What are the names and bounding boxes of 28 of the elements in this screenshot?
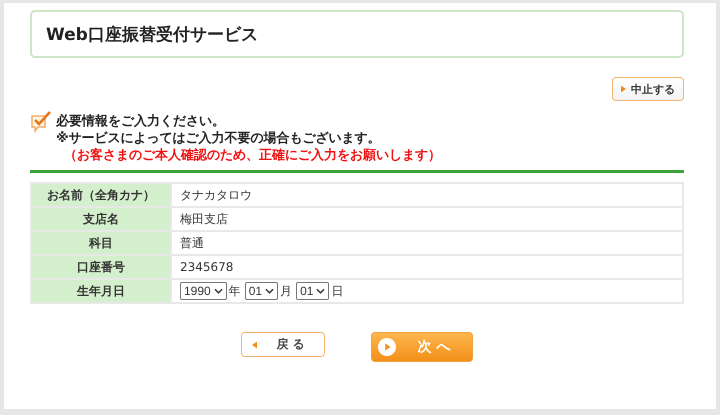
- field-value: 2345678: [180, 260, 234, 274]
- checkmark-icon: [30, 111, 52, 133]
- field-label: 生年月日: [31, 279, 171, 303]
- date-unit: 月: [280, 282, 292, 300]
- caret-icon: [252, 340, 257, 348]
- field-value: 梅田支店: [180, 212, 228, 226]
- field-label: 口座番号: [31, 255, 171, 279]
- back-button[interactable]: 戻 る: [241, 332, 325, 357]
- play-icon: [378, 338, 396, 356]
- field-value: タナカタロウ: [180, 188, 252, 202]
- chevron-down-icon: [316, 288, 326, 294]
- field-value: 普通: [180, 236, 204, 250]
- cancel-button[interactable]: 中止する: [612, 77, 684, 101]
- chevron-down-icon: [265, 288, 274, 294]
- page-title: Web口座振替受付サービス: [46, 24, 258, 46]
- date-select[interactable]: 01: [244, 282, 278, 300]
- date-select[interactable]: 1990: [180, 282, 227, 300]
- date-unit: 年: [228, 282, 241, 300]
- field-label: お名前（全角カナ）: [31, 183, 171, 207]
- notice-text: ※サービスによってはご入力不要の場合もございます。: [56, 130, 382, 147]
- field-label: 支店名: [31, 207, 171, 231]
- field-label: 科目: [31, 231, 171, 255]
- date-select[interactable]: 01: [296, 282, 330, 300]
- notice-text: 必要情報をご入力ください。: [56, 113, 226, 130]
- caret-icon: [621, 85, 626, 93]
- date-unit: 日: [331, 282, 344, 300]
- chevron-down-icon: [214, 288, 223, 294]
- warning-text: （お客さまのご本人確認のため、正確にご入力をお願いします）: [64, 147, 441, 164]
